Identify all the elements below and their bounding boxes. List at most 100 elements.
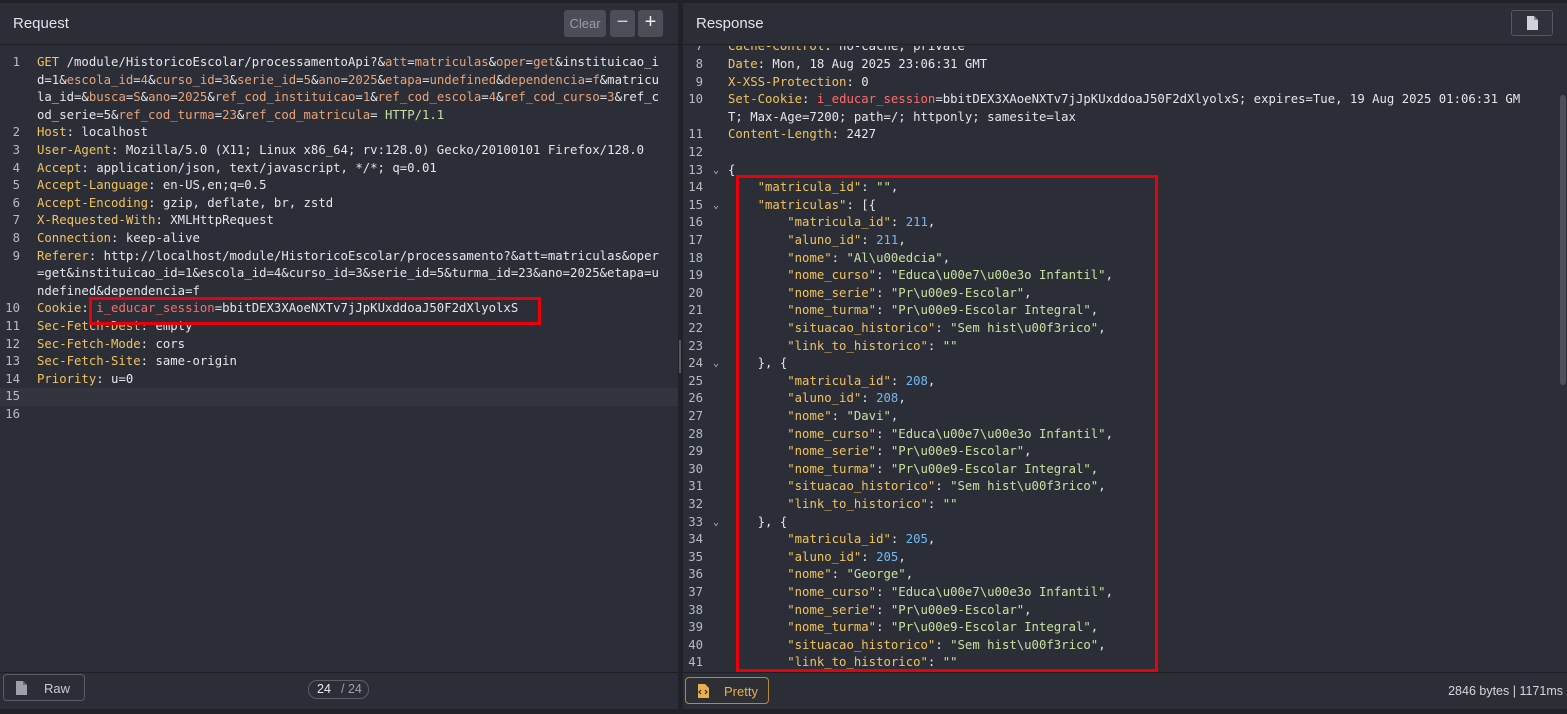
line-number: 16 (688, 215, 703, 230)
code-file-icon (698, 684, 709, 698)
page-total: / 24 (341, 682, 362, 696)
response-footer: Pretty 2846 bytes | 1171ms (683, 672, 1567, 709)
response-line: Set-Cookie: i_educar_session=bbitDEX3XAo… (728, 92, 1521, 107)
line-number: 19 (688, 268, 703, 283)
line-number: 7 (695, 46, 703, 54)
line-number (683, 109, 713, 127)
request-line: d=1&escola_id=4&curso_id=3&serie_id=5&an… (37, 72, 660, 87)
line-number: 8 (12, 231, 20, 245)
response-line: { (728, 162, 736, 177)
line-number: 32 (688, 497, 703, 511)
line-number: 26 (688, 391, 703, 406)
line-number: 41 (688, 655, 703, 670)
line-number: 11 (688, 127, 703, 142)
request-line: Accept: application/json, text/javascrip… (37, 160, 437, 175)
clear-button[interactable]: Clear (564, 10, 606, 37)
raw-button[interactable]: Raw (3, 674, 85, 701)
json-highlight-box (736, 175, 1158, 672)
line-number: 16 (5, 407, 20, 421)
line-number (0, 283, 30, 301)
request-line: Sec-Fetch-Site: same-origin (37, 354, 237, 369)
request-line: Accept-Language: en-US,en;q=0.5 (37, 178, 267, 193)
line-number: 1 (12, 55, 20, 69)
line-number: 40 (688, 637, 703, 652)
line-number: 3 (12, 143, 20, 157)
response-line: T; Max-Age=7200; path=/; httponly; sames… (728, 109, 1076, 124)
request-line: Accept-Encoding: gzip, deflate, br, zstd (37, 195, 334, 210)
request-line: od_serie=5&ref_cod_turma=23&ref_cod_matr… (37, 107, 445, 122)
line-number: 12 (688, 145, 703, 159)
raw-label: Raw (44, 681, 71, 696)
request-line: Sec-Fetch-Mode: cors (37, 336, 186, 351)
pretty-button[interactable]: Pretty (685, 677, 769, 704)
request-line: la_id=&busca=S&ano=2025&ref_cod_institui… (37, 90, 659, 105)
request-line: =get&instituicao_id=1&escola_id=4&curso_… (37, 266, 659, 281)
zoom-out-button[interactable]: − (610, 10, 635, 37)
line-number: 10 (688, 92, 703, 107)
line-number: 35 (688, 549, 703, 564)
response-line: Content-Length: 2427 (728, 127, 877, 142)
response-title: Response (696, 15, 764, 32)
line-number: 15 (5, 389, 20, 404)
line-number: 37 (688, 585, 703, 599)
request-line: GET /module/HistoricoEscolar/processamen… (37, 55, 659, 69)
zoom-in-button[interactable]: + (638, 10, 663, 37)
line-number (0, 265, 30, 283)
line-number: 9 (12, 248, 20, 263)
document-view-button[interactable] (1511, 10, 1553, 36)
request-line: Priority: u=0 (37, 371, 134, 386)
fold-toggle-icon[interactable]: ⌄ (713, 165, 719, 176)
line-number: 13 (5, 354, 20, 369)
line-number: 6 (12, 195, 20, 210)
line-number: 24 (688, 356, 703, 371)
document-icon (1527, 16, 1538, 30)
line-number (0, 107, 30, 125)
line-number: 20 (688, 285, 703, 300)
line-number: 14 (5, 371, 20, 386)
request-editor[interactable]: 1 GET /module/HistoricoEscolar/processame… (0, 46, 678, 672)
request-title: Request (13, 15, 69, 32)
line-number: 36 (688, 567, 703, 582)
line-number: 18 (688, 250, 703, 265)
line-number: 28 (688, 426, 703, 441)
response-pane: Response Cache-Control: no-cache, privat… (683, 3, 1567, 709)
line-number: 22 (688, 321, 703, 335)
current-line-highlight (0, 388, 678, 406)
line-number: 8 (695, 57, 703, 71)
pane-resize-handle[interactable] (679, 340, 681, 373)
response-stats: 2846 bytes | 1171ms (1448, 684, 1563, 698)
line-number: 17 (688, 233, 703, 247)
request-line: Referer: http://localhost/module/Histori… (37, 248, 659, 263)
line-number: 38 (688, 602, 703, 617)
request-pane: Request Clear − + 1 GET /module/Historico… (0, 3, 678, 709)
line-number: 27 (688, 409, 703, 423)
line-number: 4 (12, 160, 20, 175)
pretty-label: Pretty (724, 684, 758, 699)
fold-toggle-icon[interactable]: ⌄ (713, 200, 719, 211)
fold-toggle-icon[interactable]: ⌄ (713, 517, 719, 528)
line-number: 33 (688, 514, 703, 529)
line-number: 15 (688, 197, 703, 212)
response-scrollbar[interactable] (1560, 95, 1566, 385)
request-header: Request Clear − + (0, 3, 678, 45)
response-line: Date: Mon, 18 Aug 2025 23:06:31 GMT (728, 57, 988, 71)
line-number: 29 (688, 444, 703, 459)
line-number: 12 (5, 336, 20, 351)
line-number: 39 (688, 620, 703, 635)
fold-toggle-icon[interactable]: ⌄ (713, 358, 719, 369)
request-line: User-Agent: Mozilla/5.0 (X11; Linux x86_… (37, 143, 645, 157)
line-number: 23 (688, 338, 703, 353)
line-number (0, 89, 30, 107)
request-line: Host: localhost (37, 125, 149, 140)
line-number: 34 (688, 532, 703, 547)
page-indicator[interactable]: 24 / 24 (308, 680, 369, 699)
line-number (0, 72, 30, 90)
page-current[interactable]: 24 (317, 682, 331, 696)
line-number: 9 (695, 74, 703, 89)
line-number: 5 (12, 178, 20, 193)
line-number: 14 (688, 180, 703, 195)
line-number: 31 (688, 479, 703, 494)
response-editor[interactable]: Cache-Control: no-cache, private 7 8 Date: … (683, 46, 1567, 672)
line-number: 7 (12, 213, 20, 228)
cookie-highlight-box (89, 297, 541, 326)
